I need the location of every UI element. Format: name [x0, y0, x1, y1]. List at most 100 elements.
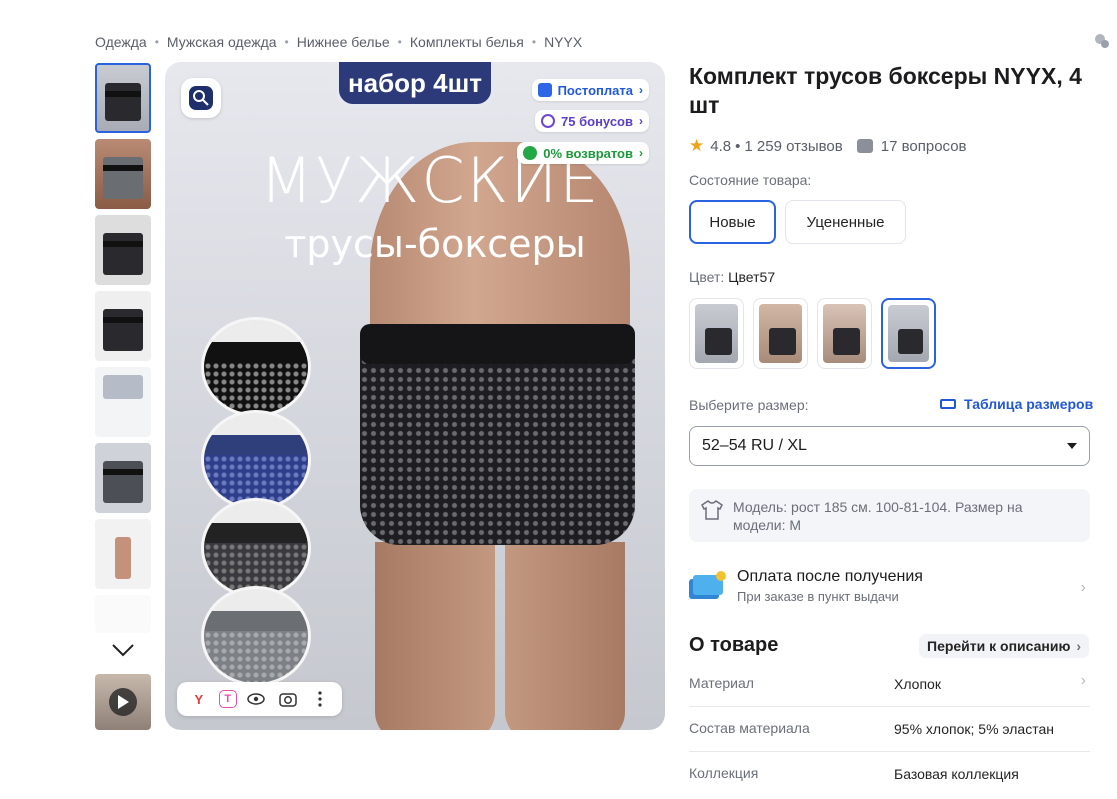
questions-link[interactable]: 17 вопросов [881, 138, 967, 155]
thumbnail[interactable] [95, 519, 151, 589]
bonus-icon [541, 114, 556, 128]
color-option-selected[interactable] [881, 298, 936, 369]
color-swatch-blue [201, 410, 311, 510]
chevron-right-icon: › [639, 114, 643, 128]
spec-row: Состав материала 95% хлопок; 5% эластан [689, 707, 1090, 752]
payment-title: Оплата после получения [737, 568, 923, 585]
color-option[interactable] [689, 298, 744, 369]
spec-value: 95% хлопок; 5% эластан [894, 721, 1054, 737]
eye-icon[interactable] [244, 687, 268, 711]
bonus-pill[interactable]: 75 бонусов › [535, 110, 649, 132]
more-icon[interactable] [308, 687, 332, 711]
size-select[interactable]: 52–54 RU / XL [689, 426, 1090, 466]
set-badge: набор 4шт [335, 62, 495, 108]
payment-subtitle: При заказе в пункт выдачи [737, 589, 899, 604]
spec-key: Материал [689, 675, 754, 691]
rating-separator: • [735, 137, 741, 155]
chevron-right-icon: › [1076, 638, 1082, 654]
caret-down-icon [1067, 443, 1077, 449]
color-swatch-darkgray [201, 498, 311, 598]
thumbnail[interactable] [95, 215, 151, 285]
image-search-button[interactable] [181, 78, 221, 118]
pill-label: 0% возвратов [543, 145, 633, 161]
go-to-description-label: Перейти к описанию [927, 638, 1071, 654]
chevron-right-icon: › [639, 146, 643, 160]
model-leg [375, 542, 495, 730]
model-leg [505, 542, 625, 730]
chevron-right-icon: › [1080, 579, 1086, 596]
spec-row: Коллекция Базовая коллекция [689, 752, 1090, 797]
color-swatch-gray [201, 586, 311, 686]
spec-value: Базовая коллекция [894, 766, 1019, 782]
reviews-link[interactable]: 1 259 отзывов [744, 138, 842, 155]
breadcrumb-item[interactable]: Нижнее белье [297, 34, 390, 50]
returns-pill[interactable]: 0% возвратов › [517, 142, 649, 164]
pill-label: 75 бонусов [561, 113, 633, 129]
thumbnail[interactable] [95, 367, 151, 437]
breadcrumb-separator: • [154, 35, 159, 49]
return-icon [523, 146, 538, 160]
chevron-right-icon: › [639, 83, 643, 97]
payment-after-delivery[interactable]: Оплата после получения При заказе в пунк… [689, 565, 1090, 607]
spec-key: Коллекция [689, 765, 759, 781]
product-title: Комплект трусов боксеры NYYX, 4 шт [689, 63, 1082, 118]
questions-icon [856, 139, 873, 153]
breadcrumb-item[interactable]: Одежда [95, 34, 147, 50]
payment-text: Оплата после получения При заказе в пунк… [737, 568, 923, 604]
rating-row: ★ 4.8 • 1 259 отзывов 17 вопросов [689, 136, 967, 156]
breadcrumb-item[interactable]: Мужская одежда [167, 34, 277, 50]
about-title: О товаре [689, 634, 779, 656]
color-label-text: Цвет: [689, 269, 725, 285]
yandex-icon[interactable]: Y [187, 687, 211, 711]
condition-used-button[interactable]: Уцененные [785, 200, 906, 244]
color-label: Цвет: Цвет57 [689, 269, 775, 285]
camera-search-icon[interactable] [276, 687, 300, 711]
ruler-icon [940, 399, 956, 409]
rating-value: 4.8 [710, 137, 732, 155]
card-icon [689, 571, 726, 599]
thumbnail[interactable] [95, 595, 151, 633]
product-main-image[interactable]: МУЖСКИЕ трусы-боксеры набор 4шт Постопла… [165, 62, 665, 730]
color-option[interactable] [817, 298, 872, 369]
go-to-description-button[interactable]: Перейти к описанию › [919, 634, 1090, 658]
chat-icon[interactable] [1094, 33, 1110, 49]
translate-icon[interactable]: T [218, 690, 237, 708]
thumbnail[interactable] [95, 63, 151, 133]
condition-label: Состояние товара: [689, 172, 812, 188]
model-info-box: Модель: рост 185 см. 100-81-104. Размер … [689, 489, 1090, 542]
spec-key: Состав материала [689, 720, 810, 736]
breadcrumb-item[interactable]: Комплекты белья [410, 34, 524, 50]
image-subheadline: трусы-боксеры [284, 222, 586, 266]
breadcrumb-item[interactable]: NYYX [544, 34, 582, 50]
size-label: Выберите размер: [689, 397, 809, 413]
breadcrumb-separator: • [284, 35, 289, 49]
thumbnail[interactable] [95, 139, 151, 209]
breadcrumb-separator: • [397, 35, 402, 49]
size-table-link[interactable]: Таблица размеров [940, 396, 1093, 412]
waistband [360, 324, 635, 364]
breadcrumb-separator: • [531, 35, 537, 49]
thumbnail-list [95, 63, 151, 639]
tshirt-icon [701, 500, 723, 520]
thumbnail[interactable] [95, 443, 151, 513]
spec-row: Материал Хлопок › [689, 662, 1090, 707]
pill-label: Постоплата [557, 82, 633, 98]
play-icon [109, 688, 137, 716]
color-option[interactable] [753, 298, 808, 369]
postpay-pill[interactable]: Постоплата › [531, 79, 649, 101]
chevron-down-icon[interactable] [110, 640, 136, 660]
condition-new-button[interactable]: Новые [689, 200, 776, 244]
star-icon: ★ [689, 136, 705, 155]
chevron-right-icon[interactable]: › [1081, 672, 1086, 690]
image-search-icon [189, 86, 213, 110]
spec-value: Хлопок [894, 676, 941, 692]
color-value: Цвет57 [728, 269, 776, 285]
size-selected-value: 52–54 RU / XL [702, 437, 807, 454]
thumbnail[interactable] [95, 291, 151, 361]
model-info-text: Модель: рост 185 см. 100-81-104. Размер … [733, 499, 1023, 533]
size-table-label: Таблица размеров [964, 396, 1094, 412]
breadcrumb: Одежда • Мужская одежда • Нижнее белье •… [95, 34, 582, 50]
color-options [689, 298, 936, 369]
video-thumbnail[interactable] [95, 674, 151, 730]
color-swatch-black [201, 317, 311, 417]
